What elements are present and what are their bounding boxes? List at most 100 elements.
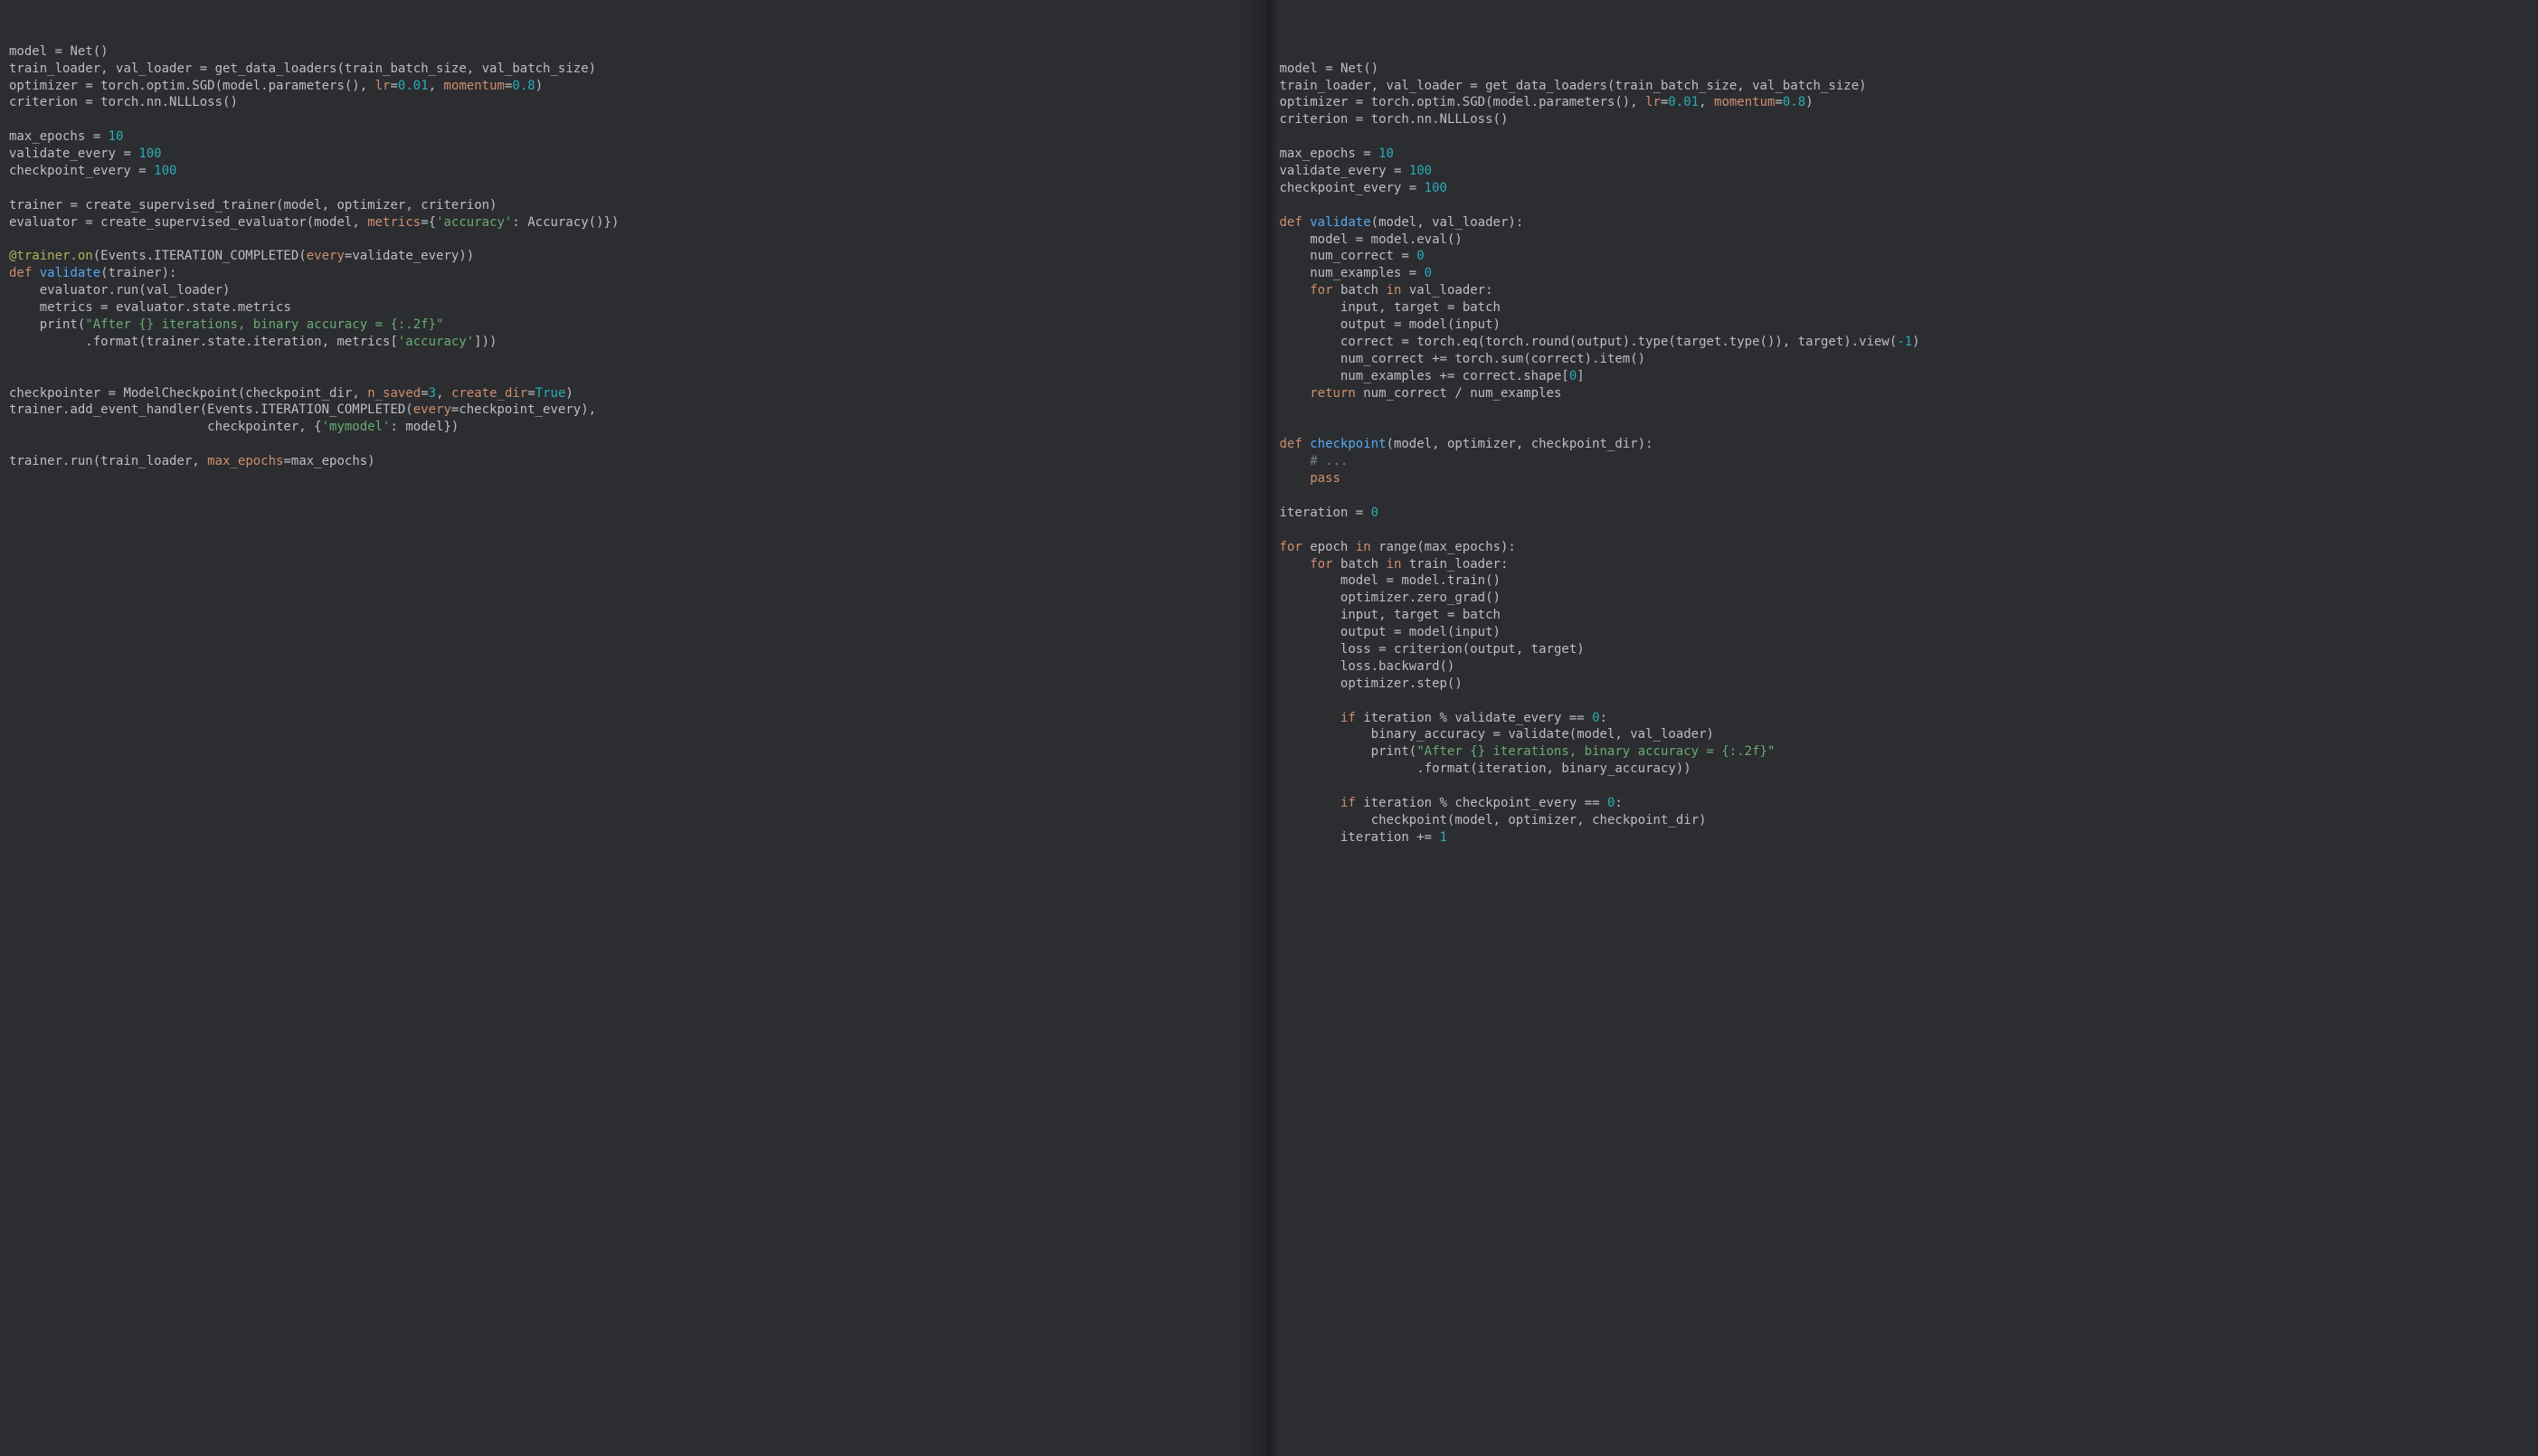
code-token: iteration (1363, 711, 1439, 725)
code-token: = (1325, 61, 1332, 76)
code-token: iteration (1280, 830, 1417, 845)
code-token: input (1280, 608, 1379, 622)
code-token: , (1615, 727, 1622, 742)
code-token: epoch (1310, 540, 1356, 554)
code-token: , (1432, 437, 1439, 451)
code-token: criterion(output (1387, 642, 1516, 657)
right-code-line: return num_correct / num_examples (1280, 385, 2530, 402)
code-token: , (322, 198, 329, 213)
code-token: iteration (1280, 506, 1356, 520)
code-token: , (1371, 79, 1378, 93)
code-token: , (100, 61, 108, 76)
code-token: validate (40, 266, 100, 280)
code-token: max_epochs (1280, 147, 1364, 161)
code-token: : (512, 215, 519, 230)
code-token: , (589, 402, 596, 417)
code-token: 1 (1440, 830, 1447, 845)
code-token: num_correct (1280, 249, 1402, 263)
code-token: , (352, 386, 359, 401)
code-token: 100 (1409, 164, 1432, 178)
code-token: range(max_epochs): (1378, 540, 1516, 554)
code-token: = (138, 164, 146, 178)
code-token (1432, 830, 1439, 845)
code-token: = (1356, 95, 1363, 109)
code-token: def (9, 266, 40, 280)
code-token: % (1440, 711, 1447, 725)
code-token (1280, 796, 1340, 810)
code-token: batch (1340, 283, 1387, 298)
code-token: batch (1454, 300, 1501, 315)
right-code-line: model = Net() (1280, 61, 2530, 78)
code-token: # ... (1310, 454, 1348, 468)
code-token: 0.01 (1668, 95, 1699, 109)
code-token: = (1387, 573, 1394, 588)
code-token: 10 (1378, 147, 1394, 161)
left-code-line (9, 232, 1259, 249)
code-token: = (283, 454, 290, 468)
right-code-line (1280, 197, 2530, 214)
code-token: = (1401, 335, 1408, 349)
code-token: model (1280, 232, 1356, 247)
code-token: pass (1310, 471, 1340, 486)
left-code-line: metrics = evaluator.state.metrics (9, 299, 1259, 317)
left-code-line: .format(trainer.state.iteration, metrics… (9, 334, 1259, 351)
code-token: metrics[ (329, 335, 398, 349)
code-token (367, 79, 374, 93)
code-token: , (429, 79, 436, 93)
code-token: trainer.run(train_loader (9, 454, 192, 468)
code-token: = (1470, 79, 1477, 93)
left-code-line: print("After {} iterations, binary accur… (9, 317, 1259, 334)
code-token: 'accuracy' (436, 215, 512, 230)
code-token (1416, 181, 1424, 195)
code-token: / (1454, 386, 1462, 401)
code-token: , (1630, 95, 1637, 109)
right-code-pane[interactable]: model = Net()train_loader, val_loader = … (1271, 0, 2538, 1456)
code-token (360, 215, 367, 230)
code-token: iteration (1363, 796, 1439, 810)
code-token: target (1387, 300, 1447, 315)
code-token: = (1363, 147, 1370, 161)
right-code-line: validate_every = 100 (1280, 163, 2530, 180)
code-token: checkpoint_every (1447, 796, 1585, 810)
code-token: val_loader (1378, 79, 1470, 93)
code-token: == (1585, 796, 1600, 810)
code-token: optimizer.step() (1280, 676, 1463, 691)
code-token: correct (1280, 335, 1402, 349)
code-token: , (1416, 215, 1424, 230)
code-token: , (1378, 608, 1386, 622)
right-code-line: if iteration % validate_every == 0: (1280, 710, 2530, 727)
right-code-line: optimizer.step() (1280, 676, 2530, 693)
left-code-line: trainer.run(train_loader, max_epochs=max… (9, 453, 1259, 470)
code-token: lr (375, 79, 391, 93)
code-token: model.train() (1394, 573, 1501, 588)
right-code-line: num_examples = 0 (1280, 265, 2530, 282)
code-token: def (1280, 215, 1311, 230)
code-token (1585, 711, 1592, 725)
code-token (1638, 95, 1645, 109)
code-token: = (85, 79, 92, 93)
right-code-line: binary_accuracy = validate(model, val_lo… (1280, 726, 2530, 743)
code-token: , (436, 386, 443, 401)
code-token: val_loader: (1409, 283, 1493, 298)
code-token: 0.8 (1783, 95, 1805, 109)
code-token: in (1387, 557, 1409, 572)
code-token (1409, 249, 1416, 263)
code-token: 'mymodel' (322, 420, 391, 434)
code-token: for (1310, 283, 1340, 298)
code-token: val_loader (109, 61, 200, 76)
left-code-pane[interactable]: model = Net()train_loader, val_loader = … (0, 0, 1271, 1456)
code-token: (model (1371, 215, 1417, 230)
code-token: val_loader): (1425, 215, 1524, 230)
code-token: = (123, 147, 130, 161)
right-code-line: input, target = batch (1280, 607, 2530, 624)
pane-divider-shadow (1271, 0, 1278, 1456)
code-token: validate_every (9, 147, 123, 161)
code-token: correct.shape[ (1454, 369, 1568, 383)
code-token: batch (1340, 557, 1387, 572)
code-token: evaluator.state.metrics (109, 300, 291, 315)
code-token: output (1280, 625, 1394, 639)
code-token: , (352, 215, 359, 230)
code-token: checkpoint_every (1280, 181, 1409, 195)
code-token: for (1310, 557, 1340, 572)
code-token: = (1356, 112, 1363, 127)
